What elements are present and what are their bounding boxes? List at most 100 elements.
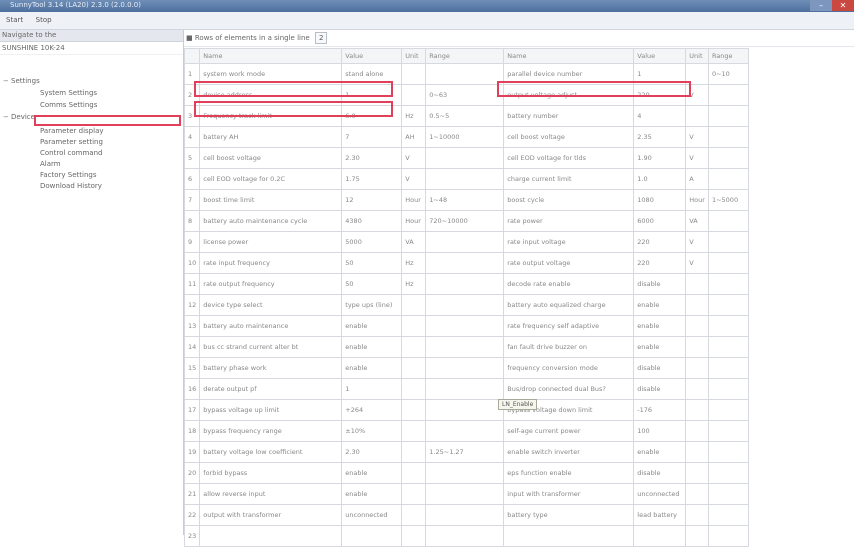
param-value[interactable]: disable xyxy=(633,273,687,295)
param-name: battery type xyxy=(503,504,635,526)
param-value[interactable]: enable xyxy=(633,441,687,463)
param-value[interactable]: 7 xyxy=(341,126,403,148)
param-value[interactable]: 100 xyxy=(633,420,687,442)
tree-item-parameter-setting[interactable]: Parameter setting xyxy=(40,137,103,147)
param-value[interactable]: 1.75 xyxy=(341,168,403,190)
title-bar: SunnyTool 3.14 (LA20) 2.3.0 (2.0.0.0) – … xyxy=(0,0,854,12)
device-name[interactable]: SUNSHINE 10K-24 xyxy=(0,42,183,55)
param-value[interactable]: ±10% xyxy=(341,420,403,442)
param-value[interactable]: enable xyxy=(633,294,687,316)
param-value[interactable]: 1.0 xyxy=(633,168,687,190)
param-name: device type select xyxy=(199,294,343,316)
param-value[interactable]: enable xyxy=(341,357,403,379)
table-row: 9 license power 5000 VA rate input voltage 22… xyxy=(183,231,749,253)
tree-item-system-settings[interactable]: System Settings xyxy=(40,88,97,98)
param-range xyxy=(707,105,749,127)
param-value[interactable]: enable xyxy=(341,315,403,337)
param-unit: Hz xyxy=(401,273,427,295)
menu-item-stop[interactable]: Stop xyxy=(36,16,52,24)
param-value[interactable]: -176 xyxy=(633,399,687,421)
param-name: boost cycle xyxy=(503,189,635,211)
param-value[interactable]: 2.30 xyxy=(341,441,403,463)
param-range xyxy=(425,231,505,253)
param-name: cell EOD voltage for tlds xyxy=(503,147,635,169)
highlight-parallel-device-number xyxy=(497,81,691,97)
param-name: rate output voltage xyxy=(503,252,635,274)
tree-item-comms-settings[interactable]: Comms Settings xyxy=(40,100,97,110)
table-row: 17 bypass voltage up limit +264 bypass volt… xyxy=(183,399,749,421)
param-range xyxy=(707,504,749,526)
param-name: battery number xyxy=(503,105,635,127)
tree-item-download-history[interactable]: Download History xyxy=(40,181,102,191)
param-value[interactable]: unconnected xyxy=(341,504,403,526)
column-header: Range xyxy=(707,48,749,64)
param-range xyxy=(707,336,749,358)
param-value[interactable]: 6000 xyxy=(633,210,687,232)
tree-item-factory-settings[interactable]: Factory Settings xyxy=(40,170,97,180)
tree-item-settings[interactable]: − Settings xyxy=(3,76,40,86)
param-value[interactable]: 12 xyxy=(341,189,403,211)
row-number: 12 xyxy=(183,294,201,316)
param-value[interactable]: 2.35 xyxy=(633,126,687,148)
param-value[interactable]: 220 xyxy=(633,231,687,253)
table-row: 22 output with transformer unconnected batt… xyxy=(183,504,749,526)
highlight-device-address xyxy=(194,101,393,117)
param-value[interactable]: 1 xyxy=(341,378,403,400)
param-value[interactable]: 1.90 xyxy=(633,147,687,169)
table-row: 7 boost time limit 12 Hour 1~48 boost cycle 10… xyxy=(183,189,749,211)
param-unit xyxy=(401,504,427,526)
rows-stepper[interactable]: 2 xyxy=(314,32,328,44)
table-row: 13 battery auto maintenance enable rate fre… xyxy=(183,315,749,337)
tree-item-control-command[interactable]: Control command xyxy=(40,148,102,158)
menu-bar: Start Stop xyxy=(0,12,854,30)
param-unit: Hour xyxy=(401,189,427,211)
minimize-icon[interactable]: – xyxy=(810,0,832,11)
param-value[interactable]: 220 xyxy=(633,252,687,274)
param-value[interactable]: enable xyxy=(633,315,687,337)
param-range xyxy=(425,252,505,274)
table-row: 6 cell EOD voltage for 0.2C 1.75 Vcharge cu… xyxy=(183,168,749,190)
param-value[interactable]: enable xyxy=(341,462,403,484)
tree-item-alarm[interactable]: Alarm xyxy=(40,159,61,169)
param-name: boost time limit xyxy=(199,189,343,211)
param-value[interactable]: enable xyxy=(341,336,403,358)
param-value[interactable]: 1080 xyxy=(633,189,687,211)
collapse-icon[interactable]: − xyxy=(3,112,11,122)
param-value[interactable]: 4 xyxy=(633,105,687,127)
param-value[interactable]: type ups (line) xyxy=(341,294,403,316)
param-value[interactable]: disable xyxy=(633,357,687,379)
param-range xyxy=(425,315,505,337)
tree-item-parameter-display[interactable]: Parameter display xyxy=(40,126,104,136)
param-value[interactable]: lead battery xyxy=(633,504,687,526)
tree-item-device[interactable]: − Device xyxy=(3,112,35,122)
param-value[interactable]: unconnected xyxy=(633,483,687,505)
param-unit xyxy=(401,525,427,547)
param-range xyxy=(425,483,505,505)
param-value[interactable]: +264 xyxy=(341,399,403,421)
param-value[interactable]: enable xyxy=(633,336,687,358)
sidebar-header: Navigate to the xyxy=(0,30,183,42)
row-number: 6 xyxy=(183,168,201,190)
param-value[interactable]: 4380 xyxy=(341,210,403,232)
param-value[interactable]: enable xyxy=(341,483,403,505)
collapse-icon[interactable]: − xyxy=(3,76,11,86)
param-value[interactable] xyxy=(633,525,687,547)
param-unit: VA xyxy=(685,210,709,232)
param-value[interactable]: 5000 xyxy=(341,231,403,253)
param-value[interactable]: disable xyxy=(633,462,687,484)
table-row: 18 bypass frequency range ±10% self-age cur… xyxy=(183,420,749,442)
column-header: Value xyxy=(633,48,687,64)
param-range xyxy=(707,168,749,190)
param-value[interactable] xyxy=(341,525,403,547)
row-number: 17 xyxy=(183,399,201,421)
param-value[interactable]: 50 xyxy=(341,273,403,295)
table-row: 16 derate output pf 1 Bus/drop connected du… xyxy=(183,378,749,400)
param-value[interactable]: 2.30 xyxy=(341,147,403,169)
close-icon[interactable]: ✕ xyxy=(832,0,854,11)
row-number: 23 xyxy=(183,525,201,547)
param-unit: V xyxy=(685,252,709,274)
menu-item-start[interactable]: Start xyxy=(6,16,23,24)
param-value[interactable]: disable xyxy=(633,378,687,400)
table-row: 14 bus cc strand current alter bt enable fa… xyxy=(183,336,749,358)
param-value[interactable]: 50 xyxy=(341,252,403,274)
